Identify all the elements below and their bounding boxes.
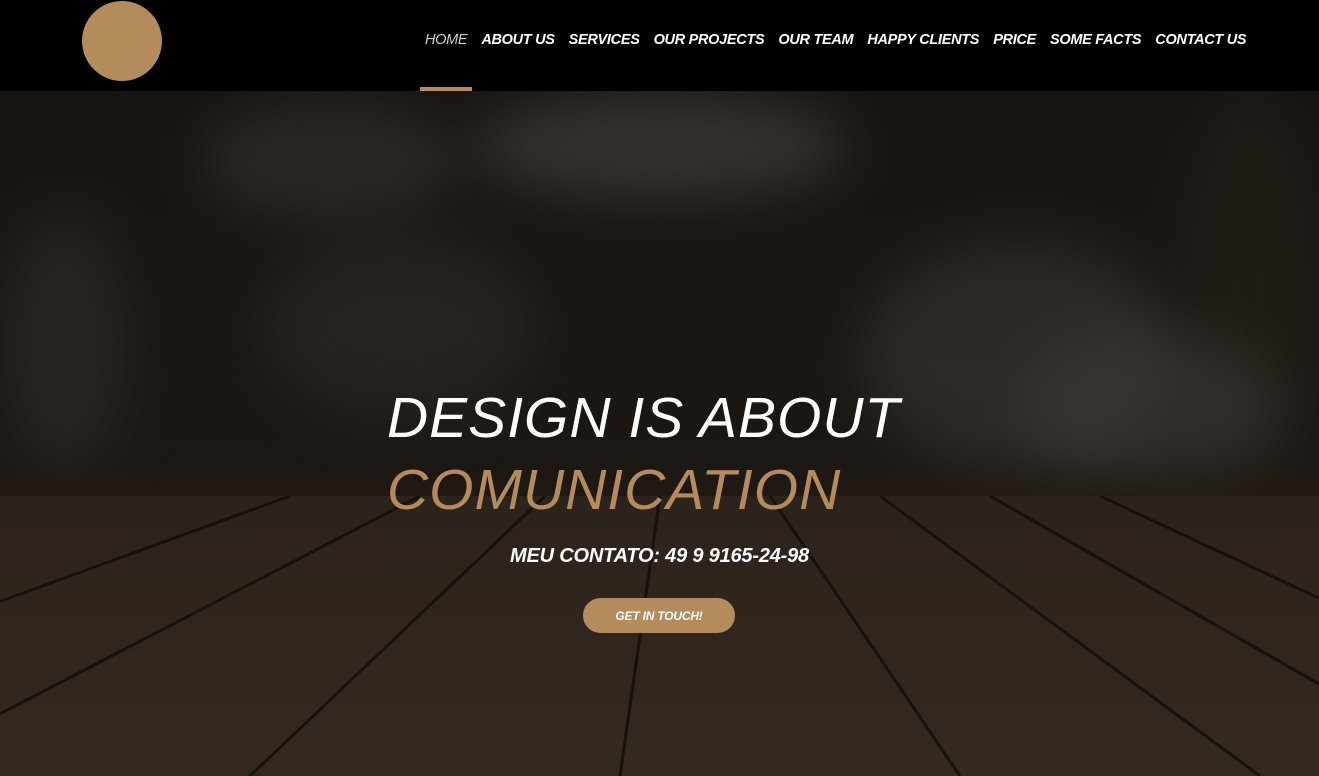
main-nav: HOME ABOUT US SERVICES OUR PROJECTS OUR … <box>418 0 1253 91</box>
nav-item-happy-clients[interactable]: HAPPY CLIENTS <box>860 0 986 91</box>
site-header: HOME ABOUT US SERVICES OUR PROJECTS OUR … <box>0 0 1319 91</box>
logo[interactable] <box>82 1 162 81</box>
hero-headline: DESIGN IS ABOUT COMUNICATION <box>387 382 900 526</box>
headline-line-2: COMUNICATION <box>387 458 842 522</box>
contact-info: MEU CONTATO: 49 9 9165-24-98 <box>510 545 809 567</box>
nav-item-our-projects[interactable]: OUR PROJECTS <box>647 0 772 91</box>
nav-item-services[interactable]: SERVICES <box>562 0 647 91</box>
nav-item-contact-us[interactable]: CONTACT US <box>1148 0 1253 91</box>
hero-section: DESIGN IS ABOUT COMUNICATION MEU CONTATO… <box>0 91 1319 776</box>
nav-item-home[interactable]: HOME <box>418 0 474 91</box>
get-in-touch-button[interactable]: GET IN TOUCH! <box>583 598 735 633</box>
headline-line-1: DESIGN IS ABOUT <box>387 386 901 450</box>
nav-item-our-team[interactable]: OUR TEAM <box>771 0 860 91</box>
nav-item-some-facts[interactable]: SOME FACTS <box>1043 0 1148 91</box>
nav-item-about-us[interactable]: ABOUT US <box>474 0 561 91</box>
nav-item-price[interactable]: PRICE <box>986 0 1043 91</box>
